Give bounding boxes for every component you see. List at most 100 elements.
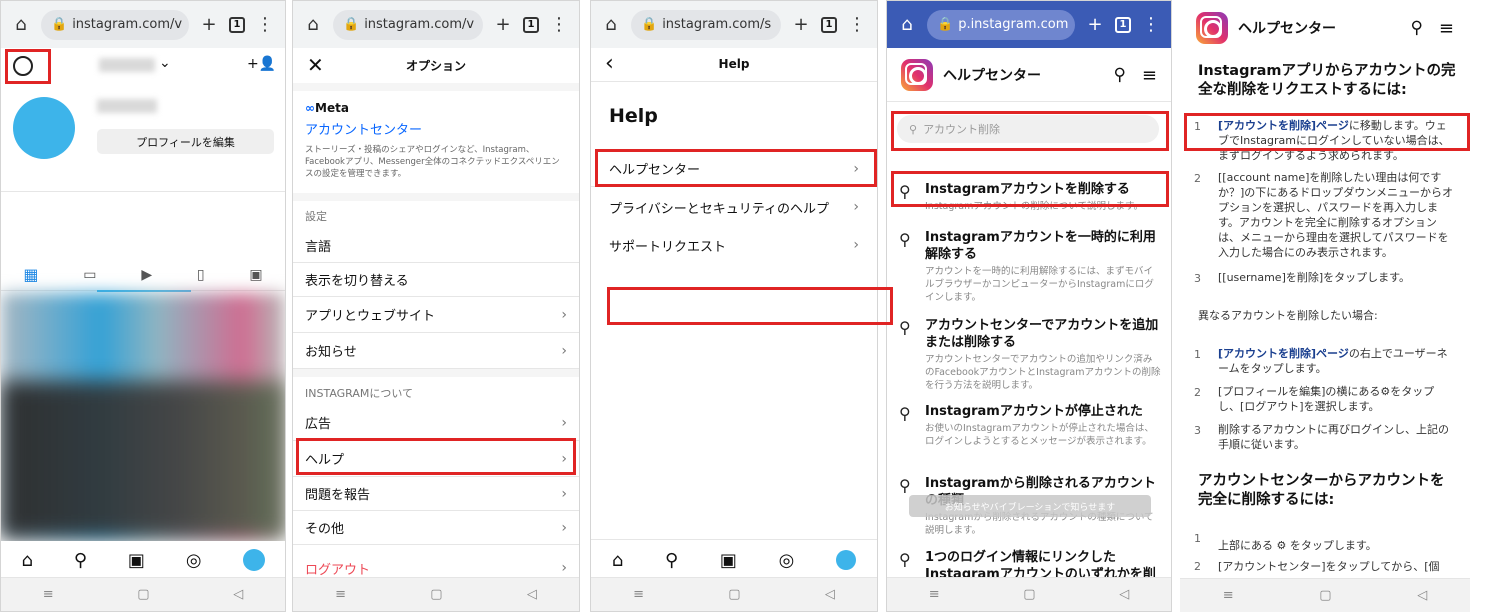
home-button-icon[interactable]: ▢	[137, 587, 149, 602]
search-icon[interactable]: ⚲	[1410, 18, 1422, 38]
menu-icon[interactable]: ⋮	[1141, 14, 1161, 35]
header-divider	[887, 101, 1171, 102]
meta-block[interactable]: ∞Meta アカウントセンター ストーリーズ・投稿のシェアやログインなど、Ins…	[305, 101, 567, 180]
instagram-logo-icon[interactable]	[1196, 12, 1228, 44]
url-text: p.instagram.com	[958, 17, 1069, 32]
reels-icon[interactable]: ▣	[720, 550, 737, 571]
recent-apps-icon[interactable]: ≡	[1223, 588, 1234, 603]
back-icon[interactable]: ◁	[1417, 588, 1427, 603]
edit-profile-button[interactable]: プロフィールを編集	[97, 129, 274, 154]
home-icon[interactable]: ⌂	[612, 550, 623, 571]
back-icon[interactable]: ◁	[825, 587, 835, 602]
system-navbar: ≡ ▢ ◁	[887, 577, 1171, 611]
panel-options: ⌂ 🔒 instagram.com/v + 1 ⋮ ✕ オプション ∞Meta ア…	[292, 0, 580, 612]
help-center-title: ヘルプセンター	[1238, 21, 1336, 37]
feed-icon[interactable]: ▭	[83, 267, 96, 283]
grid-icon[interactable]: ▦	[23, 265, 38, 284]
address-bar[interactable]: 🔒 instagram.com/v	[333, 9, 483, 40]
menu-item-other[interactable]: その他 ›	[293, 511, 579, 545]
result-title: Instagramアカウントが停止された	[925, 404, 1143, 419]
hamburger-icon[interactable]: ≡	[1142, 65, 1157, 86]
menu-item-language[interactable]: 言語	[293, 229, 579, 263]
back-icon[interactable]: ◁	[527, 587, 537, 602]
step-text: [[account name]を削除したい理由は何ですか？]の下にあるドロップダ…	[1218, 171, 1453, 259]
messenger-icon[interactable]: ◎	[779, 550, 795, 571]
address-bar[interactable]: 🔒 p.instagram.com	[927, 9, 1075, 40]
delete-account-page-link[interactable]: [アカウントを削除]ページ	[1218, 347, 1349, 360]
logout-button[interactable]: ログアウト ›	[293, 557, 579, 579]
menu-icon[interactable]: ⋮	[549, 14, 569, 35]
menu-item-support-request[interactable]: サポートリクエスト ›	[591, 227, 877, 263]
hamburger-icon[interactable]: ≡	[1439, 18, 1454, 39]
about-section-label: INSTAGRAMについて	[305, 387, 414, 400]
recent-apps-icon[interactable]: ≡	[43, 587, 54, 602]
section-divider	[293, 369, 579, 377]
header-title: Help	[718, 57, 750, 71]
add-user-icon[interactable]: +👤	[247, 56, 276, 72]
instagram-logo-icon[interactable]	[901, 59, 933, 91]
new-tab-icon[interactable]: +	[199, 14, 219, 35]
home-button-icon[interactable]: ▢	[1319, 588, 1331, 603]
home-button-icon[interactable]: ▢	[728, 587, 740, 602]
new-tab-icon[interactable]: +	[1085, 14, 1105, 35]
header-divider	[591, 81, 877, 82]
tab-count-icon[interactable]: 1	[523, 16, 539, 33]
home-button-icon[interactable]: ▢	[430, 587, 442, 602]
menu-item-label: アプリとウェブサイト	[305, 309, 436, 324]
new-tab-icon[interactable]: +	[493, 14, 513, 35]
tagged-icon[interactable]: ▣	[249, 267, 262, 283]
recent-apps-icon[interactable]: ≡	[335, 587, 346, 602]
menu-item-switch-display[interactable]: 表示を切り替える	[293, 263, 579, 297]
menu-icon[interactable]: ⋮	[255, 14, 275, 35]
step-number: 3	[1194, 424, 1201, 437]
tab-count-icon[interactable]: 1	[1115, 16, 1131, 33]
search-result-item[interactable]: ⚲ Instagramアカウントを一時的に利用解除する アカウントを一時的に利用…	[897, 229, 1161, 304]
menu-item-notifications[interactable]: お知らせ ›	[293, 333, 579, 369]
menu-item-label: 広告	[305, 417, 332, 432]
system-navbar: ≡ ▢ ◁	[293, 577, 579, 611]
home-icon[interactable]: ⌂	[11, 14, 31, 35]
home-button-icon[interactable]: ▢	[1023, 587, 1035, 602]
avatar[interactable]	[13, 97, 75, 159]
new-tab-icon[interactable]: +	[791, 14, 811, 35]
recent-apps-icon[interactable]: ≡	[633, 587, 644, 602]
messenger-icon[interactable]: ◎	[186, 550, 202, 571]
home-icon[interactable]: ⌂	[897, 14, 917, 35]
menu-icon[interactable]: ⋮	[847, 14, 867, 35]
saved-icon[interactable]: ▯	[197, 267, 205, 283]
tab-count-icon[interactable]: 1	[821, 16, 837, 33]
home-icon[interactable]: ⌂	[303, 14, 323, 35]
search-result-item[interactable]: ⚲ アカウントセンターでアカウントを追加または削除する アカウントセンターでアカ…	[897, 317, 1161, 392]
address-bar[interactable]: 🔒 instagram.com/v	[41, 9, 189, 40]
account-center-link[interactable]: アカウントセンター	[305, 119, 567, 138]
menu-item-ads[interactable]: 広告 ›	[293, 405, 579, 441]
chevron-down-icon[interactable]: ⌄	[159, 55, 171, 71]
menu-item-label: その他	[305, 522, 345, 537]
reels-icon[interactable]: ▣	[128, 550, 145, 571]
menu-item-apps-websites[interactable]: アプリとウェブサイト ›	[293, 297, 579, 333]
back-icon[interactable]: ◁	[1119, 587, 1129, 602]
search-result-item[interactable]: ⚲ Instagramアカウントが停止された お使いのInstagramアカウン…	[897, 403, 1161, 448]
menu-item-privacy-help[interactable]: プライバシーとセキュリティのヘルプ ›	[591, 189, 877, 225]
step-number: 2	[1194, 386, 1201, 399]
search-icon[interactable]: ⚲	[1113, 65, 1125, 85]
search-icon[interactable]: ⚲	[74, 550, 87, 571]
search-icon[interactable]: ⚲	[665, 550, 678, 571]
back-icon[interactable]: ◁	[233, 587, 243, 602]
menu-item-report-problem[interactable]: 問題を報告 ›	[293, 477, 579, 511]
step-text: [[username]を削除]をタップします。	[1218, 271, 1411, 284]
profile-avatar-icon[interactable]	[836, 550, 857, 570]
bottom-nav: ⌂ ⚲ ▣ ◎	[1, 541, 285, 579]
home-icon[interactable]: ⌂	[21, 550, 32, 571]
url-text: instagram.com/v	[364, 17, 475, 32]
tab-count-icon[interactable]: 1	[229, 16, 245, 33]
recent-apps-icon[interactable]: ≡	[929, 587, 940, 602]
system-navbar: ≡ ▢ ◁	[1, 577, 285, 611]
reels-icon[interactable]: ▶	[141, 267, 152, 283]
profile-avatar-icon[interactable]	[242, 549, 265, 571]
article-header: ヘルプセンター ⚲ ≡	[1196, 10, 1454, 46]
highlight-delete-page-link	[1184, 113, 1470, 151]
search-icon: ⚲	[899, 318, 911, 337]
home-icon[interactable]: ⌂	[601, 14, 621, 35]
address-bar[interactable]: 🔒 instagram.com/s	[631, 9, 781, 40]
